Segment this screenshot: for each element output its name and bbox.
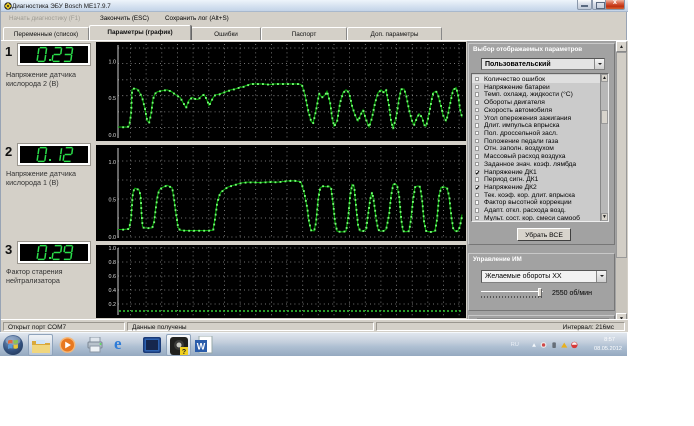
svg-text:1.0: 1.0 [109, 246, 117, 252]
svg-text:0.5: 0.5 [109, 96, 117, 102]
svg-text:0.8: 0.8 [109, 260, 117, 266]
svg-text:0.6: 0.6 [109, 274, 117, 280]
svg-text:W: W [197, 342, 206, 352]
svg-text:1.0: 1.0 [109, 160, 117, 166]
svg-text:0.4: 0.4 [109, 288, 117, 294]
svg-text:0.0: 0.0 [109, 133, 117, 139]
svg-text:0.0: 0.0 [109, 235, 117, 241]
svg-text:?: ? [182, 349, 186, 355]
svg-text:0.5: 0.5 [109, 198, 117, 204]
svg-text:0.2: 0.2 [109, 302, 117, 308]
svg-text:1.0: 1.0 [109, 60, 117, 66]
